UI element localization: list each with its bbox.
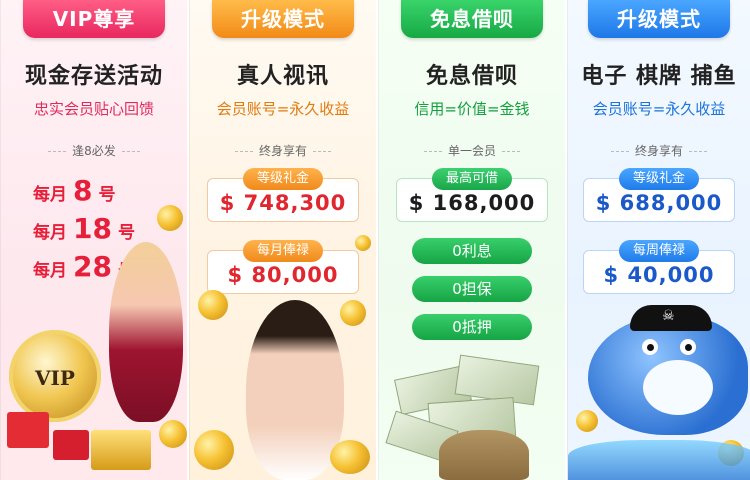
section-divider: 单一会员 (379, 142, 565, 159)
panel-title: 免息借呗 (425, 64, 518, 89)
coin-icon (194, 430, 234, 470)
month-prefix: 每月 (33, 223, 67, 243)
reward-value: $ 688,000 (595, 191, 723, 215)
panel-subtitle: 信用=价值=金钱 (414, 100, 530, 118)
reward-label: 等级礼金 (618, 168, 700, 190)
eye-icon (642, 339, 658, 355)
loan-box: 最高可借 $ 168,000 (396, 168, 548, 222)
month-number: 28 (73, 250, 112, 283)
panel-vip[interactable]: VIP尊享 现金存送活动 忠实会员贴心回馈 逢8必发 每月 8 号 每月 18 号 每月… (0, 0, 187, 480)
benefit-pill[interactable]: 0利息 (412, 238, 532, 264)
tab-upgrade-mode[interactable]: 升级模式 (588, 0, 730, 38)
panel-subtitle: 会员账号=永久收益 (592, 100, 726, 118)
tab-interest-free-loan[interactable]: 免息借呗 (401, 0, 543, 38)
reward-label: 等级礼金 (242, 168, 324, 190)
month-number: 8 (73, 174, 93, 207)
reward-box: 等级礼金 $ 688,000 (583, 168, 735, 222)
month-prefix: 每月 (33, 185, 67, 205)
panel-subtitle: 会员账号=永久收益 (216, 100, 350, 118)
water-splash-icon (568, 440, 750, 480)
panel-title: 真人视讯 (236, 64, 329, 89)
woman-illustration (246, 300, 344, 480)
coin-icon (198, 290, 228, 320)
reward-label: 每周俸禄 (618, 240, 700, 262)
month-row: 每月 18 号 (33, 212, 135, 245)
reward-value: $ 748,300 (219, 191, 347, 215)
month-suffix: 号 (117, 223, 135, 243)
pirate-shark-icon (588, 305, 748, 435)
panel-subtitle: 忠实会员贴心回馈 (33, 100, 154, 118)
loan-value: $ 168,000 (408, 191, 536, 215)
panel-loan[interactable]: 免息借呗 免息借呗 信用=价值=金钱 单一会员 最高可借 $ 168,000 0… (378, 0, 565, 480)
reward-box: 每周俸禄 $ 40,000 (583, 240, 735, 294)
month-suffix: 号 (98, 185, 116, 205)
panel-games[interactable]: 升级模式 电子 棋牌 捕鱼 会员账号=永久收益 终身享有 等级礼金 $ 688,… (567, 0, 750, 480)
section-divider: 逢8必发 (1, 142, 187, 159)
panel-live-video[interactable]: 升级模式 真人视讯 会员账号=永久收益 终身享有 等级礼金 $ 748,300 … (189, 0, 376, 480)
gift-box-icon (53, 430, 89, 460)
woman-illustration (109, 242, 183, 422)
coin-icon (330, 440, 370, 474)
section-divider: 终身享有 (568, 142, 750, 159)
gold-stack-icon (91, 430, 151, 470)
eye-icon (680, 339, 696, 355)
reward-value: $ 40,000 (603, 263, 715, 287)
gift-box-icon (7, 412, 49, 448)
coin-icon (576, 410, 598, 432)
benefit-pill[interactable]: 0担保 (412, 276, 532, 302)
shark-mouth (643, 360, 713, 415)
benefit-pill[interactable]: 0抵押 (412, 314, 532, 340)
month-number: 18 (73, 212, 112, 245)
tab-upgrade-mode[interactable]: 升级模式 (212, 0, 354, 38)
coin-icon (157, 205, 183, 231)
coin-icon (159, 420, 187, 448)
vip-badge-text: VIP (35, 366, 75, 390)
money-bag-icon (439, 430, 529, 480)
reward-box: 等级礼金 $ 748,300 (207, 168, 359, 222)
vip-coin-icon: VIP (9, 330, 101, 422)
reward-box: 每月俸禄 $ 80,000 (207, 240, 359, 294)
coin-icon (355, 235, 371, 251)
panel-title: 现金存送活动 (24, 64, 163, 89)
pirate-hat-icon (630, 305, 712, 331)
section-divider: 终身享有 (190, 142, 376, 159)
tab-vip[interactable]: VIP尊享 (23, 0, 165, 38)
promo-banner: VIP尊享 现金存送活动 忠实会员贴心回馈 逢8必发 每月 8 号 每月 18 号 每月… (0, 0, 750, 480)
reward-label: 每月俸禄 (242, 240, 324, 262)
reward-value: $ 80,000 (227, 263, 339, 287)
panel-title: 电子 棋牌 捕鱼 (581, 64, 737, 89)
loan-label: 最高可借 (431, 168, 513, 190)
coin-icon (340, 300, 366, 326)
month-row: 每月 8 号 (33, 174, 115, 207)
month-prefix: 每月 (33, 261, 67, 281)
